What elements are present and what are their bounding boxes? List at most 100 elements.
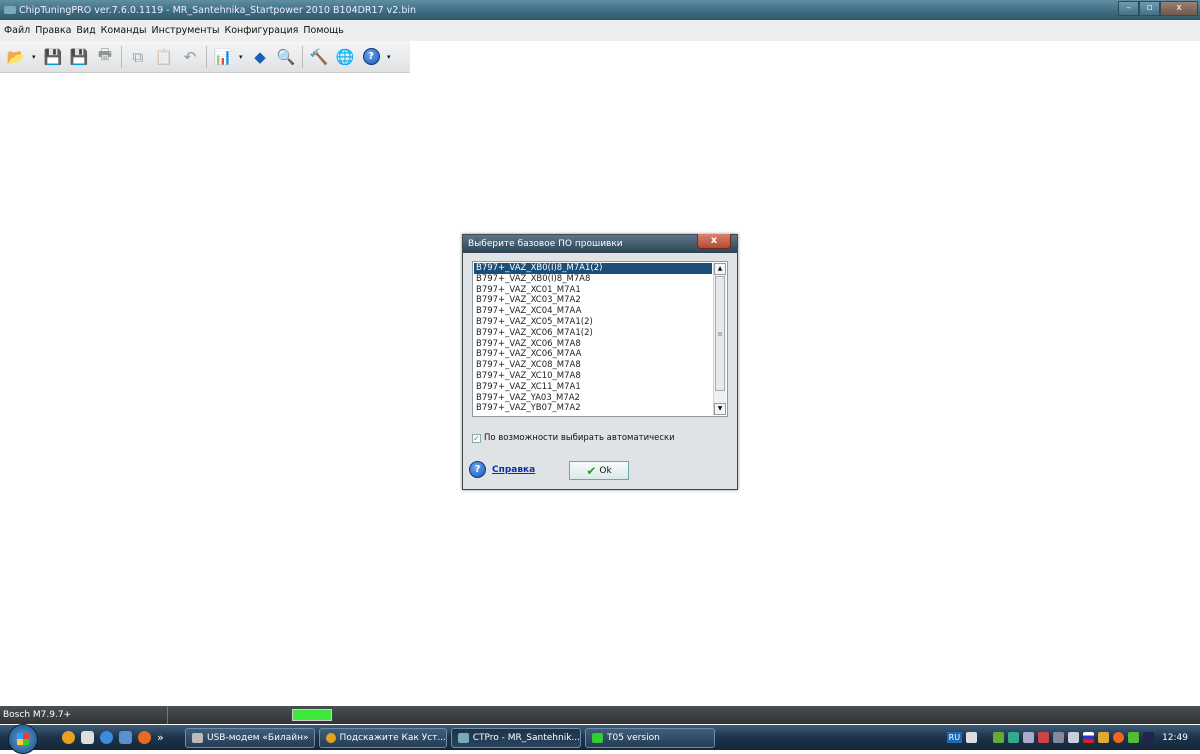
list-item[interactable]: B797+_VAZ_XC04_M7AA — [474, 306, 712, 317]
window-titlebar: ChipTuningPRO ver.7.6.0.1119 - MR_Santeh… — [0, 0, 1200, 20]
list-item[interactable]: B797+_VAZ_XC06_M7A1(2) — [474, 328, 712, 339]
menu-help[interactable]: Помощь — [303, 25, 343, 36]
menu-config[interactable]: Конфигурация — [224, 25, 298, 36]
app-icon[interactable] — [62, 731, 75, 744]
task-label: CTPro - MR_Santehnik... — [472, 732, 580, 743]
network-icon[interactable] — [1008, 732, 1020, 743]
language-indicator[interactable]: RU — [946, 732, 963, 743]
list-item[interactable]: B797+_VAZ_YB07_M7A2 — [474, 403, 712, 414]
toolbar-separator — [121, 45, 122, 68]
tray-icon[interactable] — [1098, 732, 1110, 743]
toolbar-separator — [206, 45, 207, 68]
list-item[interactable]: B797+_VAZ_XC05_M7A1(2) — [474, 317, 712, 328]
undo-icon[interactable]: ↶ — [180, 47, 200, 67]
chart-dropdown-icon[interactable]: ▾ — [239, 53, 244, 61]
task-usb-modem[interactable]: USB-модем «Билайн» — [185, 727, 315, 748]
menu-file[interactable]: Файл — [4, 25, 30, 36]
save-icon[interactable]: 💾 — [43, 47, 63, 67]
checkbox-check-icon[interactable]: ✓ — [472, 433, 481, 443]
menu-edit[interactable]: Правка — [35, 25, 71, 36]
close-button[interactable]: x — [1160, 1, 1198, 16]
paste-icon[interactable]: 📋 — [154, 47, 174, 67]
desktop-icon[interactable] — [119, 731, 132, 744]
scroll-thumb[interactable]: ≡ — [715, 276, 725, 391]
start-button[interactable] — [8, 723, 38, 754]
ok-label: Ok — [599, 465, 612, 476]
modem-icon — [192, 732, 203, 743]
list-item[interactable]: B797+_VAZ_XC11_M7A1 — [474, 382, 712, 393]
ok-button[interactable]: ✔ Ok — [569, 461, 629, 480]
browser-icon — [326, 732, 336, 743]
list-item[interactable]: B797+_VAZ_YA03_M7A2 — [474, 393, 712, 404]
mail-icon[interactable] — [1068, 732, 1080, 743]
clock[interactable]: 12:49 — [1162, 733, 1188, 743]
menu-view[interactable]: Вид — [76, 25, 95, 36]
maximize-button[interactable]: ▫ — [1139, 1, 1160, 16]
wireless-icon[interactable] — [1143, 732, 1155, 743]
ctpro-icon — [458, 732, 469, 743]
flag-icon[interactable] — [1083, 732, 1095, 743]
toolbar-separator — [302, 45, 303, 68]
quick-launch: » — [62, 731, 167, 744]
window-title: ChipTuningPRO ver.7.6.0.1119 - MR_Santeh… — [19, 4, 417, 16]
task-label: USB-модем «Билайн» — [207, 732, 309, 743]
status-indicator — [292, 709, 332, 721]
task-t05[interactable]: T05 version — [585, 727, 715, 748]
toolbar-overflow-icon[interactable]: ▾ — [387, 53, 392, 61]
calendar-icon[interactable] — [81, 731, 94, 744]
search-icon[interactable]: 🔍 — [276, 47, 296, 67]
task-ctpro[interactable]: CTPro - MR_Santehnik... — [451, 727, 581, 748]
help-icon[interactable]: ? — [469, 461, 486, 478]
tray-icon[interactable] — [1113, 732, 1125, 743]
list-item[interactable]: B797+_VAZ_XC10_M7A8 — [474, 371, 712, 382]
scroll-up-icon[interactable]: ▲ — [714, 263, 726, 275]
toolbar: 📂 ▾ 💾 💾 🖶 ⧉ 📋 ↶ 📊 ▾ ◆ 🔍 🔨 🌐 ? ▾ — [0, 41, 410, 73]
list-scrollbar[interactable]: ▲ ≡ ▼ — [713, 263, 726, 415]
ie-icon[interactable] — [100, 731, 113, 744]
task-browser[interactable]: Подскажите Как Уст... — [319, 727, 447, 748]
help-tray-icon[interactable] — [966, 732, 978, 743]
taskbar: » USB-модем «Билайн» Подскажите Как Уст.… — [0, 723, 1200, 754]
nvidia-icon[interactable] — [1128, 732, 1140, 743]
save-as-icon[interactable]: 💾 — [69, 47, 89, 67]
ecu-status: Bosch M7.9.7+ — [0, 706, 168, 724]
tray-icon[interactable] — [1023, 732, 1035, 743]
scroll-down-icon[interactable]: ▼ — [714, 403, 726, 415]
open-icon[interactable]: 📂 — [6, 47, 26, 67]
checkmark-icon: ✔ — [586, 463, 597, 478]
list-item[interactable]: B797+_VAZ_XC08_M7A8 — [474, 360, 712, 371]
firmware-listbox[interactable]: B797+_VAZ_XB0(I)8_M7A1(2) B797+_VAZ_XB0(I… — [472, 261, 728, 417]
web-icon[interactable]: 🌐 — [335, 47, 355, 67]
print-icon[interactable]: 🖶 — [95, 45, 115, 67]
app-icon — [4, 6, 16, 14]
help-icon[interactable]: ? — [361, 47, 381, 67]
overflow-chevron-icon[interactable]: » — [157, 731, 167, 744]
list-item[interactable]: B797+_VAZ_XC03_M7A2 — [474, 295, 712, 306]
system-tray: RU 12:49 — [946, 725, 1200, 750]
firefox-icon[interactable] — [138, 731, 151, 744]
chart-icon[interactable]: 📊 — [213, 47, 233, 67]
list-item[interactable]: B797+_VAZ_XB0(I)8_M7A1(2) — [474, 263, 712, 274]
list-item[interactable]: B797+_VAZ_XC06_M7A8 — [474, 339, 712, 350]
status-bar: Bosch M7.9.7+ — [0, 706, 1200, 724]
mouse-icon[interactable] — [1053, 732, 1065, 743]
list-item[interactable]: B797+_VAZ_XB0(I)8_M7A8 — [474, 274, 712, 285]
minimize-button[interactable]: – — [1118, 1, 1139, 16]
list-item[interactable]: B797+_VAZ_XC01_M7A1 — [474, 285, 712, 296]
task-label: Подскажите Как Уст... — [339, 732, 446, 743]
dialog-close-button[interactable]: x — [697, 234, 731, 249]
info-icon[interactable]: ◆ — [250, 47, 270, 67]
auto-select-label: По возможности выбирать автоматически — [484, 433, 675, 443]
help-link[interactable]: Справка — [492, 465, 535, 475]
tray-icon[interactable] — [993, 732, 1005, 743]
open-dropdown-icon[interactable]: ▾ — [32, 53, 37, 61]
tray-toggle-icon[interactable] — [981, 732, 989, 743]
tools-icon[interactable]: 🔨 — [309, 47, 329, 67]
copy-icon[interactable]: ⧉ — [128, 47, 148, 67]
menu-tools[interactable]: Инструменты — [152, 25, 220, 36]
auto-select-checkbox[interactable]: ✓ По возможности выбирать автоматически — [472, 433, 675, 443]
t05-icon — [592, 732, 603, 743]
list-item[interactable]: B797+_VAZ_XC06_M7AA — [474, 349, 712, 360]
menu-commands[interactable]: Команды — [101, 25, 147, 36]
tray-icon[interactable] — [1038, 732, 1050, 743]
